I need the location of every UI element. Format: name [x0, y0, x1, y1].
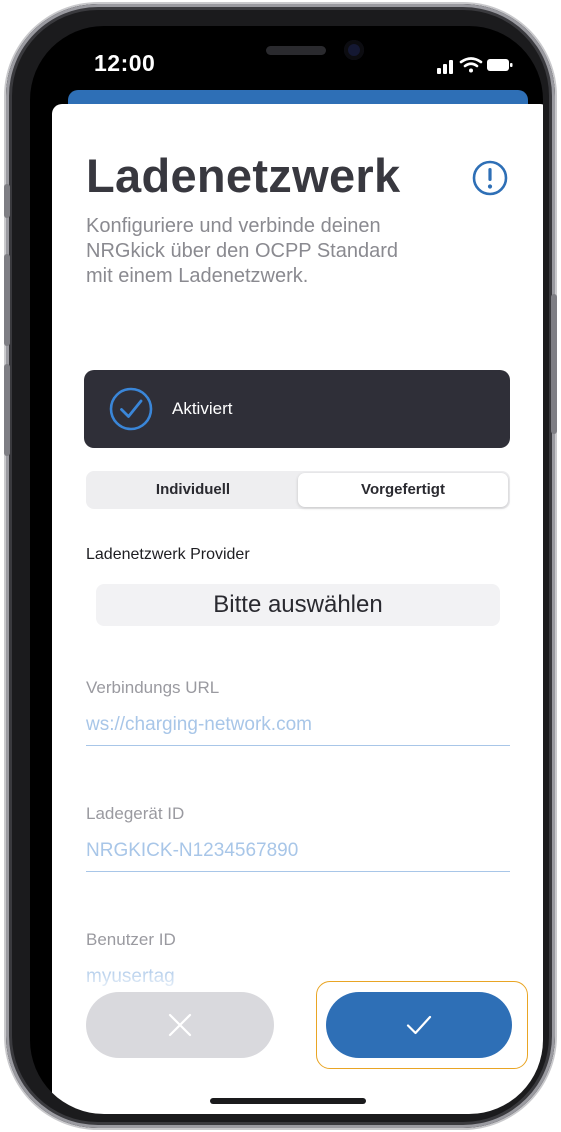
segment-vorgefertigt[interactable]: Vorgefertigt	[298, 473, 508, 507]
page-description: Konfiguriere und verbinde deinen NRGkick…	[86, 215, 399, 287]
close-icon	[168, 1013, 192, 1037]
battery-icon	[487, 59, 513, 71]
signal-icon	[437, 60, 453, 74]
provider-picker[interactable]: Bitte auswählen	[96, 584, 500, 626]
wifi-icon	[459, 57, 483, 73]
mute-switch	[4, 184, 10, 218]
activation-label: Aktiviert	[172, 399, 233, 418]
speaker	[266, 46, 326, 55]
checkmark-icon	[406, 1015, 432, 1035]
status-time: 12:00	[94, 50, 156, 76]
charger-id-label: Ladegerät ID	[86, 804, 185, 823]
page-title: Ladenetzwerk	[86, 149, 401, 202]
activation-toggle[interactable]: Aktiviert	[84, 370, 510, 448]
mode-segmented-control: Individuell Vorgefertigt	[86, 471, 510, 509]
provider-label: Ladenetzwerk Provider	[86, 546, 250, 563]
volume-down-button	[4, 364, 10, 456]
phone-screen: 12:00 Ladenetzwerk Konfiguriere und verb…	[30, 26, 543, 1114]
checkmark-circle-icon[interactable]	[108, 386, 154, 432]
user-id-label: Benutzer ID	[86, 930, 176, 949]
status-icons	[437, 56, 513, 79]
segment-individuell[interactable]: Individuell	[88, 473, 298, 507]
info-circle-icon[interactable]	[470, 158, 510, 198]
confirm-button[interactable]	[326, 992, 512, 1058]
url-input[interactable]: ws://charging-network.com	[86, 714, 510, 746]
charger-id-input[interactable]: NRGKICK-N1234567890	[86, 840, 510, 872]
notch	[162, 26, 424, 80]
phone-frame: 12:00 Ladenetzwerk Konfiguriere und verb…	[4, 4, 557, 1128]
url-label: Verbindungs URL	[86, 678, 220, 697]
power-button	[551, 294, 557, 434]
volume-up-button	[4, 254, 10, 346]
cancel-button[interactable]	[86, 992, 274, 1058]
front-camera	[344, 40, 364, 60]
home-indicator[interactable]	[210, 1098, 366, 1104]
